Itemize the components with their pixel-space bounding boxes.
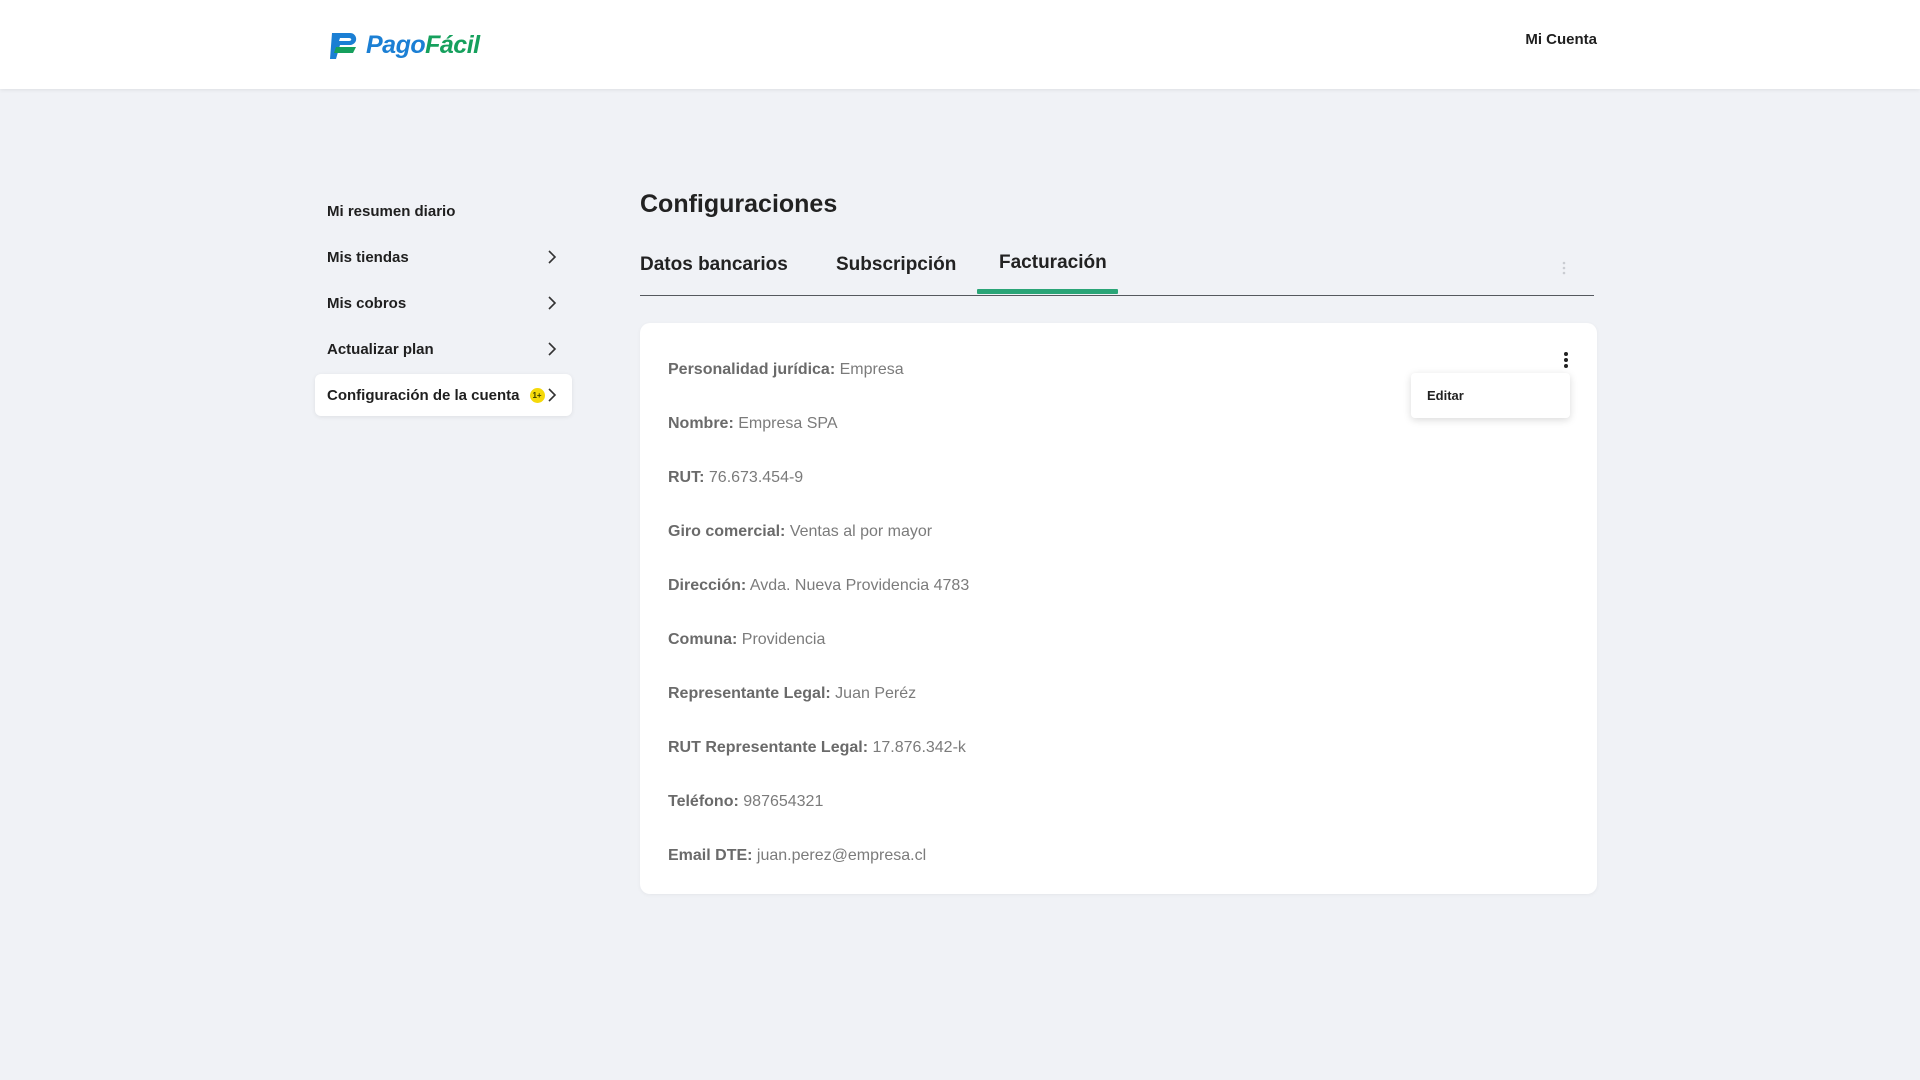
sidebar-item-label: Configuración de la cuenta bbox=[327, 386, 520, 404]
field-label: RUT: bbox=[668, 469, 705, 486]
field-value: Avda. Nueva Providencia 4783 bbox=[749, 577, 970, 594]
chevron-right-icon bbox=[548, 388, 557, 402]
field-value: Juan Peréz bbox=[835, 685, 917, 702]
logo-text-facil: Fácil bbox=[425, 30, 480, 59]
logo-icon bbox=[330, 33, 357, 59]
sidebar-item-account-settings[interactable]: Configuración de la cuenta 1+ bbox=[315, 374, 572, 416]
field-label: Giro comercial: bbox=[668, 523, 786, 540]
field-rut: RUT: 76.673.454-9 bbox=[668, 469, 803, 487]
field-value: 17.876.342-k bbox=[872, 739, 966, 756]
tab-billing[interactable]: Facturación bbox=[999, 252, 1107, 291]
field-value: 76.673.454-9 bbox=[708, 469, 804, 486]
field-representative-rut: RUT Representante Legal: 17.876.342-k bbox=[668, 739, 966, 757]
field-value: Empresa bbox=[839, 361, 904, 378]
field-label: Nombre: bbox=[668, 415, 734, 432]
more-vertical-icon[interactable] bbox=[1560, 258, 1568, 278]
sidebar-item-update-plan[interactable]: Actualizar plan bbox=[315, 328, 572, 370]
field-value: Empresa SPA bbox=[738, 415, 838, 432]
card-options-menu: Editar bbox=[1411, 373, 1570, 418]
sidebar-item-label: Mis tiendas bbox=[327, 248, 409, 266]
active-tab-indicator bbox=[977, 289, 1118, 294]
page-title: Configuraciones bbox=[640, 190, 838, 218]
sidebar-item-my-charges[interactable]: Mis cobros bbox=[315, 282, 572, 324]
sidebar-item-label: Mi resumen diario bbox=[327, 202, 456, 220]
field-label: Representante Legal: bbox=[668, 685, 831, 702]
field-value: 987654321 bbox=[743, 793, 824, 810]
field-address: Dirección: Avda. Nueva Providencia 4783 bbox=[668, 577, 969, 595]
pagofacil-logo[interactable]: PagoFácil bbox=[326, 27, 480, 63]
field-value: Providencia bbox=[741, 631, 826, 648]
logo-text: PagoFácil bbox=[366, 31, 480, 60]
notification-badge: 1+ bbox=[529, 387, 545, 403]
sidebar-item-my-stores[interactable]: Mis tiendas bbox=[315, 236, 572, 278]
field-label: Comuna: bbox=[668, 631, 738, 648]
field-value: juan.perez@empresa.cl bbox=[756, 847, 927, 864]
chevron-right-icon bbox=[548, 342, 557, 356]
tab-subscription[interactable]: Subscripción bbox=[836, 254, 956, 293]
chevron-right-icon bbox=[548, 250, 557, 264]
my-account-link[interactable]: Mi Cuenta bbox=[1525, 31, 1597, 48]
field-label: Dirección: bbox=[668, 577, 747, 594]
sidebar-nav: Mi resumen diario Mis tiendas Mis cobros… bbox=[315, 190, 572, 420]
logo-text-pago: Pago bbox=[366, 30, 426, 59]
billing-info-card: Editar Personalidad jurídica: Empresa No… bbox=[640, 323, 1597, 894]
chevron-right-icon bbox=[548, 296, 557, 310]
edit-menu-item[interactable]: Editar bbox=[1427, 388, 1464, 403]
sidebar-item-daily-summary[interactable]: Mi resumen diario bbox=[315, 190, 572, 232]
settings-tabs: Datos bancarios Subscripción Facturación bbox=[640, 246, 1594, 296]
field-phone: Teléfono: 987654321 bbox=[668, 793, 823, 811]
field-label: Teléfono: bbox=[668, 793, 739, 810]
field-commune: Comuna: Providencia bbox=[668, 631, 825, 649]
top-header: PagoFácil Mi Cuenta bbox=[0, 0, 1920, 89]
field-business-line: Giro comercial: Ventas al por mayor bbox=[668, 523, 932, 541]
field-email-dte: Email DTE: juan.perez@empresa.cl bbox=[668, 847, 926, 865]
field-label: RUT Representante Legal: bbox=[668, 739, 869, 756]
field-label: Email DTE: bbox=[668, 847, 753, 864]
field-legal-representative: Representante Legal: Juan Peréz bbox=[668, 685, 916, 703]
field-name: Nombre: Empresa SPA bbox=[668, 415, 838, 433]
sidebar-item-label: Actualizar plan bbox=[327, 340, 434, 358]
field-value: Ventas al por mayor bbox=[789, 523, 933, 540]
field-label: Personalidad jurídica: bbox=[668, 361, 836, 378]
more-vertical-icon[interactable] bbox=[1561, 349, 1571, 371]
field-legal-personality: Personalidad jurídica: Empresa bbox=[668, 361, 904, 379]
sidebar-item-label: Mis cobros bbox=[327, 294, 407, 312]
tab-bank-details[interactable]: Datos bancarios bbox=[640, 254, 788, 293]
